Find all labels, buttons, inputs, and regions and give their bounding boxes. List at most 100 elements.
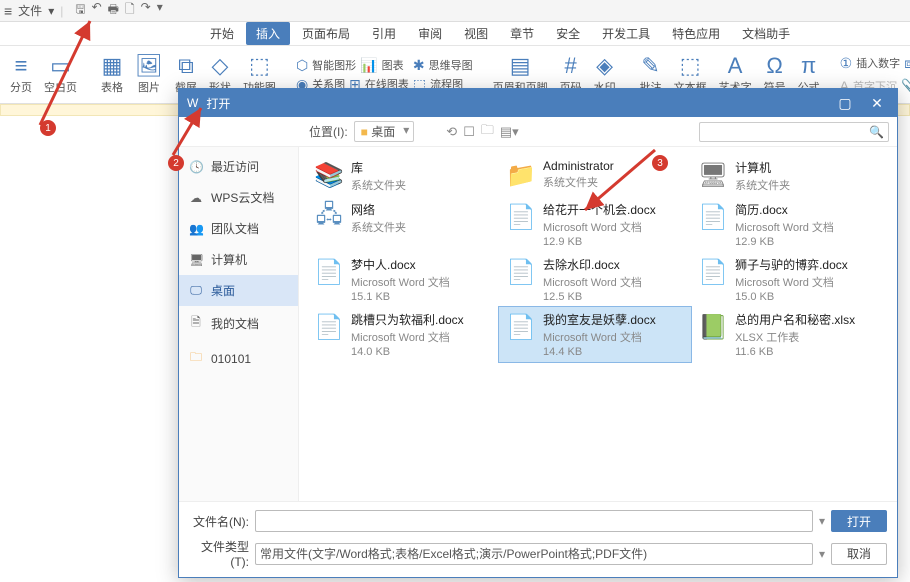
tab-review[interactable]: 审阅 bbox=[408, 22, 452, 45]
file-item[interactable]: 📄 去除水印.docx Microsoft Word 文档 12.5 KB bbox=[499, 252, 691, 307]
save-icon[interactable]: 🖫 bbox=[75, 0, 85, 21]
location-label: 位置(I): bbox=[309, 123, 348, 140]
file-size: 14.4 KB bbox=[543, 346, 656, 358]
file-item[interactable]: 📚 库 系统文件夹 bbox=[307, 155, 499, 197]
file-type: Microsoft Word 文档 bbox=[735, 274, 848, 290]
smart-shape-button[interactable]: ⬡智能图形📊图表 bbox=[296, 57, 409, 74]
file-item[interactable]: 📄 跳槽只为软福利.docx Microsoft Word 文档 14.0 KB bbox=[307, 307, 499, 362]
file-type: 系统文件夹 bbox=[351, 219, 406, 235]
tab-devtools[interactable]: 开发工具 bbox=[592, 22, 660, 45]
preview-icon[interactable]: 🗋 bbox=[125, 0, 135, 21]
file-item[interactable]: 📄 狮子与驴的博弈.docx Microsoft Word 文档 15.0 KB bbox=[691, 252, 883, 307]
insert-number-button[interactable]: ①插入数字⧈对象 bbox=[840, 55, 910, 72]
file-list: 📚 库 系统文件夹 📁 Administrator 系统文件夹 🖥 计算机 系统… bbox=[299, 147, 897, 501]
file-name: 计算机 bbox=[735, 159, 790, 176]
file-name: Administrator bbox=[543, 159, 614, 173]
file-type: 系统文件夹 bbox=[735, 177, 790, 193]
file-item[interactable]: 📄 我的室友是妖孽.docx Microsoft Word 文档 14.4 KB bbox=[499, 307, 691, 362]
cancel-button[interactable]: 取消 bbox=[831, 543, 887, 565]
undo-icon[interactable]: ↶ bbox=[92, 0, 102, 21]
file-type: Microsoft Word 文档 bbox=[543, 219, 656, 235]
blank-page-button[interactable]: ▭空白页 bbox=[40, 53, 81, 97]
sidebar-item-computer[interactable]: 🖥计算机 bbox=[179, 244, 298, 275]
file-item[interactable]: 📗 总的用户名和秘密.xlsx XLSX 工作表 11.6 KB bbox=[691, 307, 883, 362]
dialog-titlebar: W 打开 ▢ ✕ bbox=[179, 89, 897, 117]
sidebar-item-desktop[interactable]: 🖵桌面 bbox=[179, 275, 298, 306]
search-icon: 🔍 bbox=[869, 125, 884, 139]
file-type: 系统文件夹 bbox=[351, 177, 406, 193]
net-icon: 🖧 bbox=[313, 201, 345, 233]
file-item[interactable]: 📄 给花开一个机会.docx Microsoft Word 文档 12.9 KB bbox=[499, 197, 691, 252]
search-input[interactable]: 🔍 bbox=[699, 122, 889, 142]
file-type: Microsoft Word 文档 bbox=[735, 219, 834, 235]
sidebar-item-folder[interactable]: 🗀010101 bbox=[179, 341, 298, 376]
tab-start[interactable]: 开始 bbox=[200, 22, 244, 45]
print-icon[interactable]: 🖶 bbox=[108, 0, 119, 21]
back-icon[interactable]: ⟲ bbox=[446, 124, 457, 140]
file-type: Microsoft Word 文档 bbox=[351, 274, 450, 290]
file-name: 给花开一个机会.docx bbox=[543, 201, 656, 218]
up-icon[interactable]: ☐ bbox=[463, 124, 475, 140]
page-break-button[interactable]: ≡分页 bbox=[6, 53, 36, 97]
dialog-footer: 文件名(N): ▾ 打开 文件类型(T): 常用文件(文字/Word格式;表格/… bbox=[179, 501, 897, 577]
tab-view[interactable]: 视图 bbox=[454, 22, 498, 45]
file-menu[interactable]: 文件 bbox=[18, 2, 42, 19]
xls-icon: 📗 bbox=[697, 311, 729, 343]
picture-button[interactable]: 🖼图片 bbox=[131, 53, 167, 97]
annotation-badge-1: 1 bbox=[40, 120, 56, 136]
file-size: 12.9 KB bbox=[543, 236, 656, 248]
hamburger-icon[interactable]: ≡ bbox=[4, 3, 12, 19]
file-type: Microsoft Word 文档 bbox=[543, 274, 642, 290]
new-folder-icon[interactable]: 🗀 bbox=[481, 121, 494, 143]
file-name: 去除水印.docx bbox=[543, 256, 642, 273]
file-item[interactable]: 📄 简历.docx Microsoft Word 文档 12.9 KB bbox=[691, 197, 883, 252]
maximize-button[interactable]: ▢ bbox=[833, 95, 857, 112]
tab-chapter[interactable]: 章节 bbox=[500, 22, 544, 45]
location-combo[interactable]: ■ 桌面 bbox=[354, 121, 415, 142]
tab-references[interactable]: 引用 bbox=[362, 22, 406, 45]
word-icon: 📄 bbox=[505, 256, 537, 288]
close-button[interactable]: ✕ bbox=[865, 95, 889, 112]
file-item[interactable]: 🖥 计算机 系统文件夹 bbox=[691, 155, 883, 197]
dropdown-icon[interactable]: ▾ bbox=[48, 4, 54, 18]
word-icon: 📄 bbox=[697, 201, 729, 233]
file-item[interactable]: 📁 Administrator 系统文件夹 bbox=[499, 155, 691, 197]
file-name: 跳槽只为软福利.docx bbox=[351, 311, 464, 328]
file-size: 12.9 KB bbox=[735, 236, 834, 248]
sidebar-item-documents[interactable]: 🗎我的文档 bbox=[179, 306, 298, 341]
file-type: Microsoft Word 文档 bbox=[351, 329, 464, 345]
sidebar-item-wpscloud[interactable]: ☁WPS云文档 bbox=[179, 182, 298, 213]
open-button[interactable]: 打开 bbox=[831, 510, 887, 532]
file-name: 库 bbox=[351, 159, 406, 176]
word-icon: 📄 bbox=[313, 311, 345, 343]
word-icon: 📄 bbox=[505, 311, 537, 343]
tab-security[interactable]: 安全 bbox=[546, 22, 590, 45]
ribbon-tabs: 开始 插入 页面布局 引用 审阅 视图 章节 安全 开发工具 特色应用 文档助手 bbox=[0, 22, 910, 46]
more-icon[interactable]: ▾ bbox=[157, 0, 163, 21]
filetype-label: 文件类型(T): bbox=[189, 538, 249, 569]
file-type: 系统文件夹 bbox=[543, 174, 614, 190]
file-size: 15.1 KB bbox=[351, 291, 450, 303]
tab-pagelayout[interactable]: 页面布局 bbox=[292, 22, 360, 45]
dialog-toolbar: 位置(I): ■ 桌面 ⟲ ☐ 🗀 ▤▾ 🔍 bbox=[179, 117, 897, 147]
tab-special[interactable]: 特色应用 bbox=[662, 22, 730, 45]
view-icon[interactable]: ▤▾ bbox=[500, 124, 519, 140]
mindmap-button[interactable]: ✱思维导图 bbox=[413, 57, 473, 74]
sidebar-item-team[interactable]: 👥团队文档 bbox=[179, 213, 298, 244]
redo-icon[interactable]: ↷ bbox=[141, 0, 151, 21]
file-name: 简历.docx bbox=[735, 201, 834, 218]
tab-insert[interactable]: 插入 bbox=[246, 22, 290, 45]
filename-input[interactable] bbox=[255, 510, 813, 532]
open-dialog: W 打开 ▢ ✕ 位置(I): ■ 桌面 ⟲ ☐ 🗀 ▤▾ 🔍 🕓最近访问 ☁W… bbox=[178, 88, 898, 578]
file-name: 我的室友是妖孽.docx bbox=[543, 311, 656, 328]
tab-assistant[interactable]: 文档助手 bbox=[732, 22, 800, 45]
file-item[interactable]: 🖧 网络 系统文件夹 bbox=[307, 197, 499, 252]
sidebar-item-recent[interactable]: 🕓最近访问 bbox=[179, 151, 298, 182]
filetype-combo[interactable]: 常用文件(文字/Word格式;表格/Excel格式;演示/PowerPoint格… bbox=[255, 543, 813, 565]
file-name: 总的用户名和秘密.xlsx bbox=[735, 311, 855, 328]
file-item[interactable]: 📄 梦中人.docx Microsoft Word 文档 15.1 KB bbox=[307, 252, 499, 307]
file-name: 网络 bbox=[351, 201, 406, 218]
quick-access-toolbar: ≡ 文件 ▾ | 🖫 ↶ 🖶 🗋 ↷ ▾ bbox=[0, 0, 910, 22]
word-icon: 📄 bbox=[313, 256, 345, 288]
table-button[interactable]: ▦表格 bbox=[97, 53, 127, 97]
